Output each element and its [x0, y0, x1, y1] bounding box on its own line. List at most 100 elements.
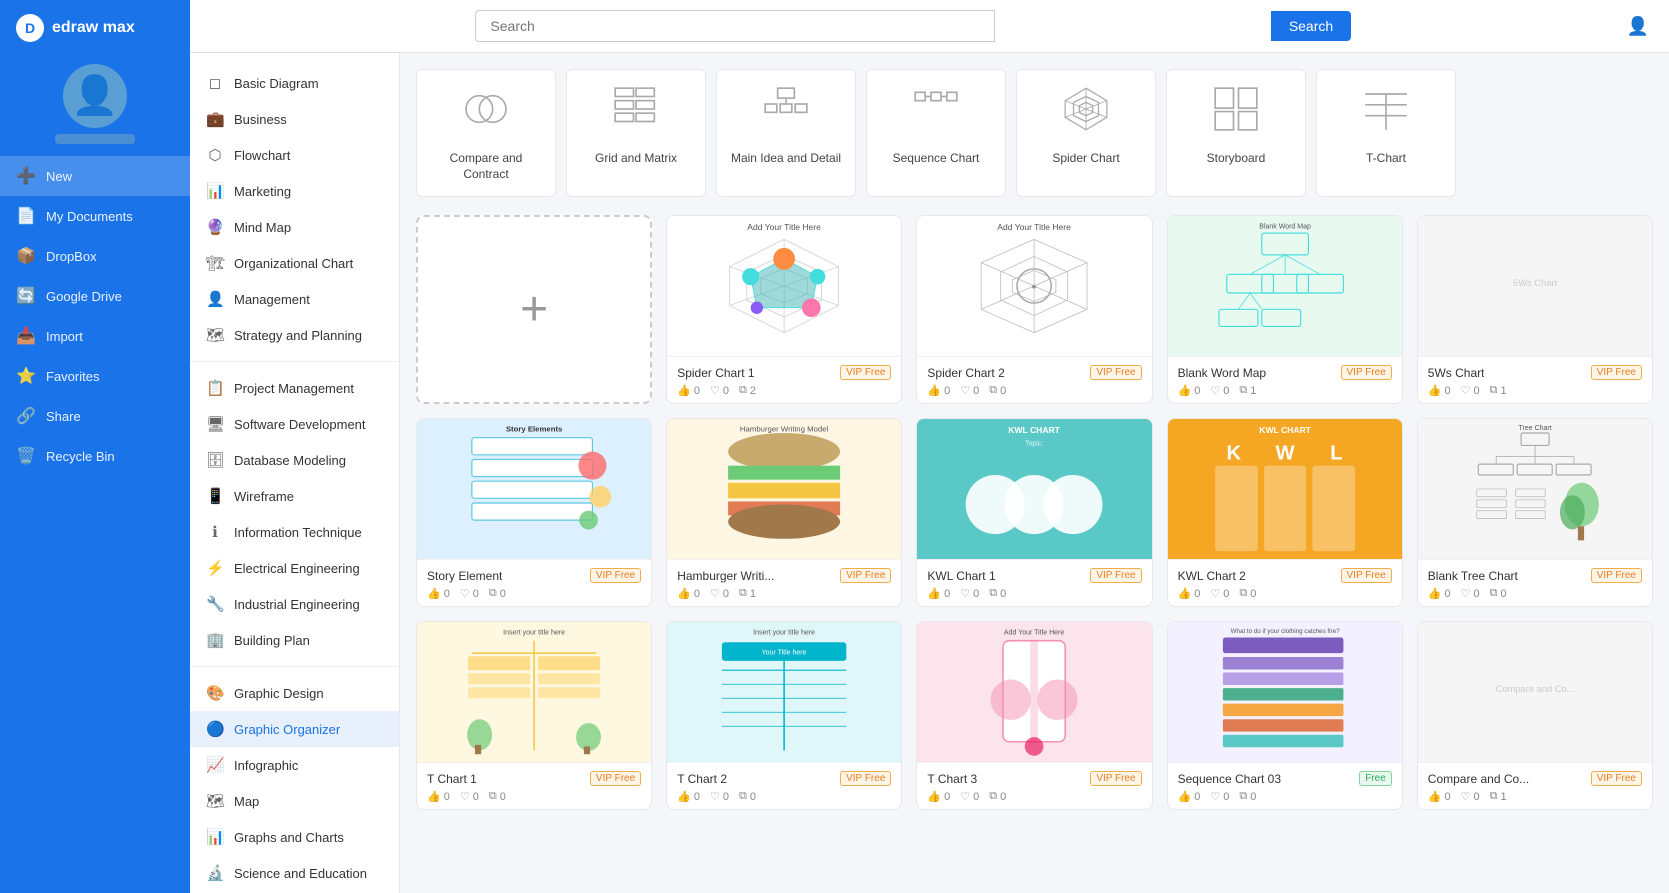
template-footer-compare-co: Compare and Co... VIP Free 👍 0 ♡ 0 ⧉ 1 [1418, 762, 1652, 809]
template-stats-compare-co: 👍 0 ♡ 0 ⧉ 1 [1428, 790, 1642, 803]
template-badge-hamburger: VIP Free [840, 568, 891, 583]
username-placeholder [55, 134, 135, 144]
sidebar-item-my-documents[interactable]: 📄My Documents [0, 196, 190, 236]
template-card-spider2[interactable]: Add Your Title Here ✱ Spider Chart 2 VIP… [916, 215, 1152, 404]
left-nav-icon-management: 👤 [206, 290, 224, 308]
left-nav-item-info-tech[interactable]: ℹInformation Technique [190, 514, 399, 550]
sidebar-item-google-drive[interactable]: 🔄Google Drive [0, 276, 190, 316]
left-nav-icon-graphs-charts: 📊 [206, 828, 224, 846]
template-likes-5ws: 👍 0 [1428, 384, 1451, 397]
sidebar-item-import[interactable]: 📥Import [0, 316, 190, 356]
left-nav-icon-graphic-design: 🎨 [206, 684, 224, 702]
template-card-spider1[interactable]: Add Your Title Here Spider Chart 1 VIP F… [666, 215, 902, 404]
left-nav-icon-project-mgmt: 📋 [206, 379, 224, 397]
template-card-tchart1[interactable]: Insert your title here T Chart 1 VIP Fre… [416, 621, 652, 810]
template-card-hamburger[interactable]: Hamburger Writing Model Hamburger Writi.… [666, 418, 902, 607]
nav-divider [190, 361, 399, 362]
nav-label-recycle-bin: Recycle Bin [46, 449, 115, 464]
template-copies-story: ⧉ 0 [489, 587, 506, 600]
template-card-tchart2[interactable]: Insert your title here Your Title here T… [666, 621, 902, 810]
template-footer-blank-word: Blank Word Map VIP Free 👍 0 ♡ 0 ⧉ 1 [1168, 356, 1402, 403]
template-name-hamburger: Hamburger Writi... [677, 569, 774, 583]
sidebar-item-new[interactable]: ➕New [0, 156, 190, 196]
template-card-kwl2[interactable]: KWL CHART K W L KWL Chart 2 VIP Free 👍 0… [1167, 418, 1403, 607]
template-card-story[interactable]: Story Elements Story Element VIP Free 👍 … [416, 418, 652, 607]
heart-icon: ♡ [710, 384, 720, 397]
copy-icon: ⧉ [489, 790, 497, 803]
template-badge-5ws: VIP Free [1591, 365, 1642, 380]
heart-icon: ♡ [960, 587, 970, 600]
template-likes-tchart2: 👍 0 [677, 790, 700, 803]
left-nav-label-wireframe: Wireframe [234, 489, 294, 504]
template-card-5ws[interactable]: 5Ws Chart 5Ws Chart VIP Free 👍 0 ♡ 0 ⧉ 1 [1417, 215, 1653, 404]
sidebar-item-dropbox[interactable]: 📦DropBox [0, 236, 190, 276]
add-new-card[interactable]: + [416, 215, 652, 404]
template-card-compare-co[interactable]: Compare and Co... Compare and Co... VIP … [1417, 621, 1653, 810]
left-nav-item-basic-diagram[interactable]: ◻Basic Diagram [190, 65, 399, 101]
left-nav-item-electrical[interactable]: ⚡Electrical Engineering [190, 550, 399, 586]
left-nav-item-map[interactable]: 🗺Map [190, 783, 399, 819]
search-input[interactable] [475, 10, 995, 42]
user-icon[interactable]: 👤 [1627, 16, 1649, 37]
template-preview-seq03: What to do if your clothing catches fire… [1168, 622, 1402, 762]
template-card-blank-tree[interactable]: Tree Chart Blank Tree [1417, 418, 1653, 607]
left-nav-item-software-dev[interactable]: 🖥Software Development [190, 406, 399, 442]
like-icon: 👍 [677, 384, 691, 397]
left-nav-item-project-mgmt[interactable]: 📋Project Management [190, 370, 399, 406]
left-nav-item-infographic[interactable]: 📈Infographic [190, 747, 399, 783]
search-button[interactable]: Search [1271, 11, 1351, 41]
heart-icon: ♡ [1210, 384, 1220, 397]
left-nav-item-graphic-design[interactable]: 🎨Graphic Design [190, 675, 399, 711]
template-preview-story: Story Elements [417, 419, 651, 559]
nav-icon-dropbox: 📦 [16, 246, 36, 266]
left-nav-item-database[interactable]: 🗄Database Modeling [190, 442, 399, 478]
template-hearts-spider1: ♡ 0 [710, 384, 729, 397]
left-nav-item-industrial[interactable]: 🔧Industrial Engineering [190, 586, 399, 622]
left-nav-item-org-chart[interactable]: 🏗Organizational Chart [190, 245, 399, 281]
template-preview-kwl2: KWL CHART K W L [1168, 419, 1402, 559]
category-card-tchart[interactable]: T-Chart [1316, 69, 1456, 197]
left-nav-icon-basic-diagram: ◻ [206, 74, 224, 92]
left-nav-item-science-edu[interactable]: 🔬Science and Education [190, 855, 399, 891]
left-nav-icon-wireframe: 📱 [206, 487, 224, 505]
template-stats-blank-word: 👍 0 ♡ 0 ⧉ 1 [1178, 384, 1392, 397]
category-card-compare[interactable]: Compare and Contract [416, 69, 556, 197]
sidebar-item-share[interactable]: 🔗Share [0, 396, 190, 436]
template-hearts-story: ♡ 0 [460, 587, 479, 600]
template-card-seq03[interactable]: What to do if your clothing catches fire… [1167, 621, 1403, 810]
template-stats-story: 👍 0 ♡ 0 ⧉ 0 [427, 587, 641, 600]
copy-icon: ⧉ [989, 587, 997, 600]
left-nav-item-graphic-organizer[interactable]: 🔵Graphic Organizer [190, 711, 399, 747]
left-nav-label-org-chart: Organizational Chart [234, 256, 353, 271]
svg-text:L: L [1330, 443, 1342, 465]
template-name-spider2: Spider Chart 2 [927, 366, 1004, 380]
left-nav-icon-business: 💼 [206, 110, 224, 128]
left-nav-item-building[interactable]: 🏢Building Plan [190, 622, 399, 658]
left-nav-item-business[interactable]: 💼Business [190, 101, 399, 137]
template-preview-hamburger: Hamburger Writing Model [667, 419, 901, 559]
left-nav-item-strategy[interactable]: 🗺Strategy and Planning [190, 317, 399, 353]
template-preview-kwl1: KWL CHART Topic: [917, 419, 1151, 559]
left-nav-item-marketing[interactable]: 📊Marketing [190, 173, 399, 209]
left-nav-item-wireframe[interactable]: 📱 Wireframe [190, 478, 399, 514]
category-card-sequence[interactable]: Sequence Chart [866, 69, 1006, 197]
template-card-tchart3[interactable]: Add Your Title Here T Chart 3 VIP Free 👍… [916, 621, 1152, 810]
template-card-kwl1[interactable]: KWL CHART Topic: KWL Chart 1 VIP Free 👍 … [916, 418, 1152, 607]
category-card-storyboard[interactable]: Storyboard [1166, 69, 1306, 197]
category-card-grid[interactable]: Grid and Matrix [566, 69, 706, 197]
category-icon-storyboard [1211, 84, 1261, 141]
left-nav-item-flowchart[interactable]: ⬡Flowchart [190, 137, 399, 173]
template-card-blank-word[interactable]: Blank Word Map Blank Word Map VIP Free 👍… [1167, 215, 1403, 404]
template-preview-tchart3: Add Your Title Here [917, 622, 1151, 762]
template-name-kwl1: KWL Chart 1 [927, 569, 995, 583]
category-card-main-idea[interactable]: Main Idea and Detail [716, 69, 856, 197]
category-label-main-idea: Main Idea and Detail [731, 151, 841, 167]
template-likes-spider2: 👍 0 [927, 384, 950, 397]
category-card-spider[interactable]: Spider Chart [1016, 69, 1156, 197]
sidebar-item-recycle-bin[interactable]: 🗑️Recycle Bin [0, 436, 190, 476]
left-nav-item-mind-map[interactable]: 🔮Mind Map [190, 209, 399, 245]
template-stats-seq03: 👍 0 ♡ 0 ⧉ 0 [1178, 790, 1392, 803]
left-nav-item-graphs-charts[interactable]: 📊Graphs and Charts [190, 819, 399, 855]
sidebar-item-favorites[interactable]: ⭐Favorites [0, 356, 190, 396]
left-nav-item-management[interactable]: 👤Management [190, 281, 399, 317]
